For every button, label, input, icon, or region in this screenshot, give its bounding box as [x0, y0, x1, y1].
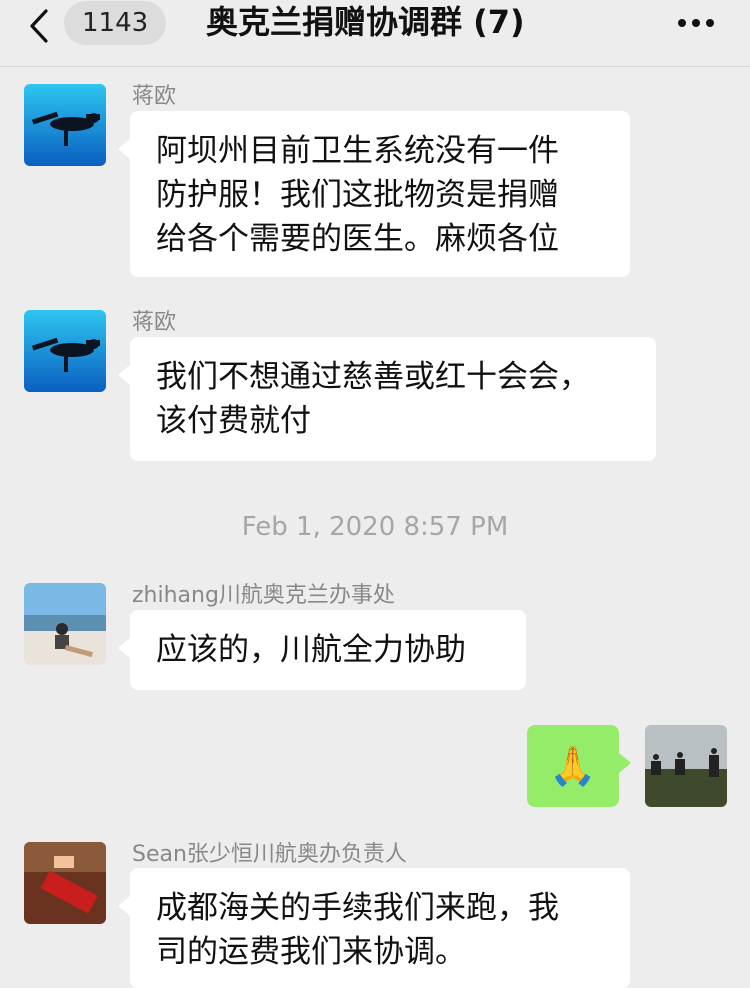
chat-header: 1143 奥克兰捐赠协调群 (7) — [0, 0, 750, 67]
sender-name: zhihang川航奥克兰办事处 — [132, 583, 395, 608]
chevron-left-icon — [30, 9, 48, 43]
underwater-diver-avatar[interactable] — [24, 84, 106, 166]
folded-hands-icon: 🙏 — [549, 744, 597, 788]
red-object-avatar[interactable] — [24, 842, 106, 924]
message-text-line: 司的运费我们来协调。 — [156, 934, 466, 970]
chat-title: 奥克兰捐赠协调群 (7) — [206, 3, 525, 41]
unread-count-badge[interactable]: 1143 — [64, 1, 167, 45]
more-button[interactable] — [676, 8, 716, 38]
sender-name: 蒋欧 — [132, 84, 177, 109]
sender-name: 蒋欧 — [132, 310, 177, 335]
message-text-line: 给各个需要的医生。麻烦各位 — [156, 221, 559, 257]
message-text-line: 我们不想通过慈善或红十会会， — [156, 359, 590, 395]
message-bubble[interactable]: 我们不想通过慈善或红十会会， 该付费就付 — [118, 337, 656, 461]
message-bubble[interactable]: 应该的，川航全力协助 — [118, 610, 526, 690]
underwater-diver-avatar[interactable] — [24, 310, 106, 392]
back-button[interactable] — [24, 8, 54, 44]
horse-riders-avatar[interactable] — [645, 725, 727, 807]
message-text-line: 该付费就付 — [156, 403, 311, 439]
message-text-line: 应该的，川航全力协助 — [156, 632, 466, 668]
more-dots-icon — [678, 19, 714, 27]
sender-name: Sean张少恒川航奥办负责人 — [132, 842, 407, 867]
message-bubble[interactable]: 阿坝州目前卫生系统没有一件 防护服！我们这批物资是捐赠 给各个需要的医生。麻烦各… — [118, 111, 630, 277]
beach-person-avatar[interactable] — [24, 583, 106, 665]
message-text-line: 成都海关的手续我们来跑，我 — [156, 890, 559, 926]
own-message-bubble[interactable]: 🙏 — [527, 725, 631, 807]
message-bubble[interactable]: 成都海关的手续我们来跑，我 司的运费我们来协调。 — [118, 868, 630, 988]
message-text-line: 防护服！我们这批物资是捐赠 — [156, 177, 559, 213]
message-text-line: 阿坝州目前卫生系统没有一件 — [156, 133, 559, 169]
timestamp: Feb 1, 2020 8:57 PM — [241, 512, 509, 542]
